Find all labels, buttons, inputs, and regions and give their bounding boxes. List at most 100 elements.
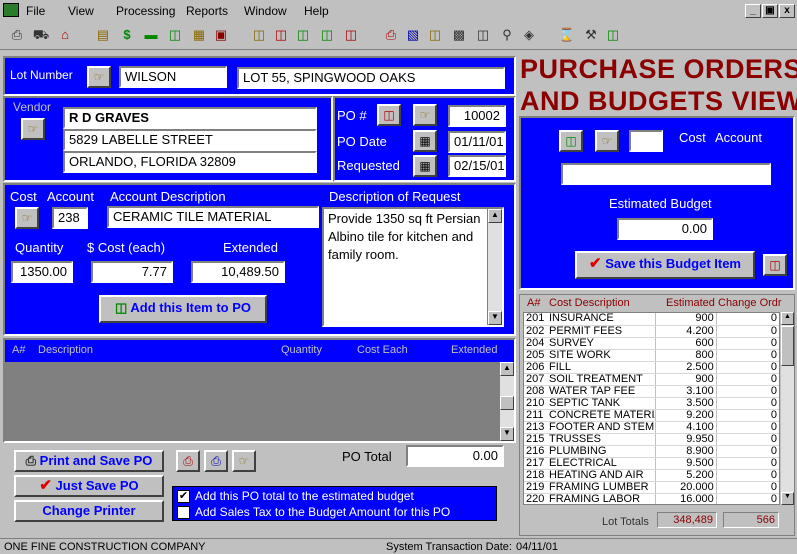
scroll-down-arrow-icon[interactable]: ▼ bbox=[781, 492, 794, 505]
budget-row[interactable]: 205 SITE WORK 800 0 bbox=[524, 349, 779, 362]
budget-account-field[interactable] bbox=[629, 130, 663, 152]
quantity-field[interactable]: 1350.00 bbox=[11, 261, 73, 283]
just-save-po-button[interactable]: ✔ Just Save PO bbox=[14, 475, 164, 497]
po-date-calendar-button[interactable]: ▦ bbox=[413, 130, 437, 152]
restore-button[interactable]: ▣ bbox=[762, 4, 778, 18]
close-button[interactable]: x bbox=[779, 4, 795, 18]
lot-number-field[interactable]: WILSON bbox=[119, 66, 227, 88]
save-budget-item-button[interactable]: ✔ Save this Budget Item bbox=[575, 251, 755, 279]
budget-row[interactable]: 219 FRAMING LUMBER 20.000 0 bbox=[524, 481, 779, 494]
menu-window[interactable]: Window bbox=[244, 4, 287, 18]
folder-list-icon[interactable]: ◫ bbox=[250, 26, 268, 44]
scroll-down-arrow-icon[interactable]: ▼ bbox=[500, 427, 514, 441]
budget-row[interactable]: 210 SEPTIC TANK 3.500 0 bbox=[524, 397, 779, 410]
menu-reports[interactable]: Reports bbox=[186, 4, 228, 18]
chart-doc-icon[interactable]: ◫ bbox=[342, 26, 360, 44]
scroll-up-arrow-icon[interactable]: ▲ bbox=[500, 362, 514, 376]
extended-field[interactable]: 10,489.50 bbox=[191, 261, 285, 283]
account-description-field[interactable]: CERAMIC TILE MATERIAL bbox=[107, 206, 319, 228]
minimize-button[interactable]: _ bbox=[745, 4, 761, 18]
po-grid-body[interactable] bbox=[5, 362, 500, 441]
po-new-button[interactable]: ◫ bbox=[377, 104, 401, 126]
budget-row[interactable]: 202 PERMIT FEES 4.200 0 bbox=[524, 325, 779, 338]
requested-calendar-button[interactable]: ▦ bbox=[413, 155, 437, 177]
budget-row[interactable]: 217 ELECTRICAL 9.500 0 bbox=[524, 457, 779, 470]
vendor-lookup-button[interactable]: ☞ bbox=[21, 118, 45, 140]
budget-row[interactable]: 208 WATER TAP FEE 3.100 0 bbox=[524, 385, 779, 398]
open-folder-icon[interactable]: ◫ bbox=[426, 26, 444, 44]
print-preview-button[interactable]: ⎙ bbox=[176, 450, 200, 472]
search-icon[interactable]: ⚲ bbox=[498, 26, 516, 44]
request-scrollbar[interactable]: ▲ ▼ bbox=[487, 209, 502, 325]
car-icon[interactable]: ⛟ bbox=[32, 26, 50, 44]
ledger-icon[interactable]: ▦ bbox=[190, 26, 208, 44]
budget-row[interactable]: 206 FILL 2.500 0 bbox=[524, 361, 779, 374]
scroll-up-arrow-icon[interactable]: ▲ bbox=[781, 312, 794, 325]
po-number-field[interactable]: 10002 bbox=[448, 105, 506, 127]
eraser-icon[interactable]: ◈ bbox=[520, 26, 538, 44]
budget-scrollbar[interactable]: ▲ ▼ bbox=[781, 312, 794, 505]
account-lookup-button[interactable]: ☞ bbox=[15, 207, 39, 229]
requested-date-field[interactable]: 02/15/01 bbox=[448, 155, 506, 177]
account-field[interactable]: 238 bbox=[52, 207, 88, 229]
budget-list[interactable]: 201 INSURANCE 900 0 202 PERMIT FEES 4.200 0 204 S… bbox=[523, 312, 780, 505]
hourglass-icon[interactable]: ⌛ bbox=[558, 26, 576, 44]
book-icon[interactable]: ▧ bbox=[404, 26, 422, 44]
po-lookup-hand-button[interactable]: ☞ bbox=[232, 450, 256, 472]
report-icon[interactable]: ◫ bbox=[272, 26, 290, 44]
print-report-icon[interactable]: ⎙ bbox=[382, 26, 400, 44]
budget-report-button[interactable]: ◫ bbox=[763, 254, 787, 276]
lot-lookup-button[interactable]: ☞ bbox=[87, 66, 111, 88]
scroll-up-arrow-icon[interactable]: ▲ bbox=[488, 209, 502, 223]
scroll-thumb[interactable] bbox=[500, 396, 514, 410]
budget-row[interactable]: 207 SOIL TREATMENT 900 0 bbox=[524, 373, 779, 386]
menu-processing[interactable]: Processing bbox=[116, 4, 175, 18]
stack-icon[interactable]: ◫ bbox=[474, 26, 492, 44]
print-and-save-po-button[interactable]: ⎙ Print and Save PO bbox=[14, 450, 164, 472]
change-printer-button[interactable]: Change Printer bbox=[14, 500, 164, 522]
budget-row[interactable]: 201 INSURANCE 900 0 bbox=[524, 313, 779, 326]
copy-icon[interactable]: ◫ bbox=[318, 26, 336, 44]
printer-icon[interactable]: ⎙ bbox=[8, 26, 26, 44]
tools-icon[interactable]: ⚒ bbox=[582, 26, 600, 44]
menu-view[interactable]: View bbox=[68, 4, 94, 18]
po-lookup-button[interactable]: ☞ bbox=[413, 104, 437, 126]
add-tax-checkbox[interactable] bbox=[177, 506, 190, 519]
house-icon[interactable]: ⌂ bbox=[56, 26, 74, 44]
dollar-icon[interactable]: $ bbox=[118, 26, 136, 44]
budget-lookup-button[interactable]: ☞ bbox=[595, 130, 619, 152]
budget-row[interactable]: 211CONCRETE MATERIAL9.2000 bbox=[524, 409, 779, 422]
scroll-thumb[interactable] bbox=[781, 326, 794, 366]
cost-each-field[interactable]: 7.77 bbox=[91, 261, 173, 283]
cabinet-icon[interactable]: ▩ bbox=[450, 26, 468, 44]
documents-icon[interactable]: ◫ bbox=[166, 26, 184, 44]
po-date-field[interactable]: 01/11/01 bbox=[448, 131, 506, 153]
money-icon[interactable]: ▬ bbox=[142, 26, 160, 44]
fax-button[interactable]: ⎙ bbox=[204, 450, 228, 472]
budget-row[interactable]: 220 FRAMING LABOR 16.000 0 bbox=[524, 493, 779, 504]
budget-row[interactable]: 215 TRUSSES 9.950 0 bbox=[524, 433, 779, 446]
notepad-icon[interactable]: ▤ bbox=[94, 26, 112, 44]
estimated-budget-field[interactable]: 0.00 bbox=[617, 218, 713, 240]
request-description-textarea[interactable]: Provide 1350 sq ft Persian Albino tile f… bbox=[322, 207, 504, 327]
add-total-checkbox[interactable]: ✔ bbox=[177, 490, 190, 503]
menu-file[interactable]: File bbox=[26, 4, 45, 18]
budget-row[interactable]: 218 HEATING AND AIR 5.200 0 bbox=[524, 469, 779, 482]
budget-row[interactable]: 216 PLUMBING 8.900 0 bbox=[524, 445, 779, 458]
budget-description-field[interactable] bbox=[561, 163, 771, 185]
lot-description-field[interactable]: LOT 55, SPINGWOOD OAKS bbox=[237, 67, 505, 89]
add-item-to-po-button[interactable]: ◫ Add this Item to PO bbox=[99, 295, 267, 323]
budget-new-button[interactable]: ◫ bbox=[559, 130, 583, 152]
app-icon[interactable] bbox=[3, 3, 19, 17]
menu-help[interactable]: Help bbox=[304, 4, 329, 18]
vendor-street-field[interactable]: 5829 LABELLE STREET bbox=[63, 129, 317, 151]
exit-door-icon[interactable]: ◫ bbox=[604, 26, 622, 44]
vendor-city-field[interactable]: ORLANDO, FLORIDA 32809 bbox=[63, 151, 317, 173]
budget-row[interactable]: 204 SURVEY 600 0 bbox=[524, 337, 779, 350]
budget-row[interactable]: 213FOOTER AND STEM W4.1000 bbox=[524, 421, 779, 434]
vendor-name-field[interactable]: R D GRAVES bbox=[63, 107, 317, 129]
po-grid-scrollbar[interactable]: ▲ ▼ bbox=[500, 362, 514, 441]
export-icon[interactable]: ◫ bbox=[294, 26, 312, 44]
scroll-down-arrow-icon[interactable]: ▼ bbox=[488, 311, 502, 325]
calendar-icon[interactable]: ▣ bbox=[212, 26, 230, 44]
